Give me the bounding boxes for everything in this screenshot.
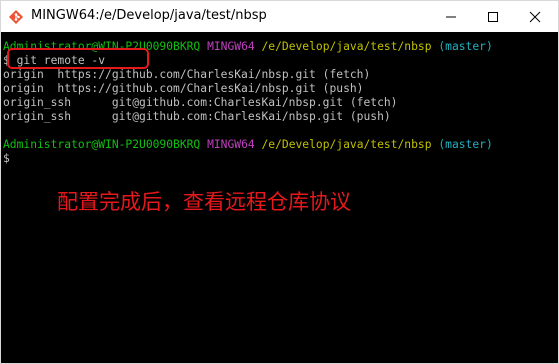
prompt-user-host: Administrator@WIN-P2U0090BKRQ [3, 138, 201, 151]
maximize-icon [488, 12, 498, 22]
terminal-output[interactable]: Administrator@WIN-P2U0090BKRQ MINGW64 /e… [1, 32, 558, 363]
scrollbar[interactable] [554, 32, 558, 363]
command-highlight-box [7, 48, 149, 69]
output-line: origin_ssh git@github.com:CharlesKai/nbs… [3, 110, 391, 123]
prompt-branch: (master) [438, 40, 493, 53]
close-button[interactable] [519, 1, 551, 32]
maximize-button[interactable] [477, 1, 509, 32]
prompt-path: /e/Develop/java/test/nbsp [261, 40, 432, 53]
prompt-line: Administrator@WIN-P2U0090BKRQ MINGW64 /e… [3, 138, 493, 152]
window-title: MINGW64:/e/Develop/java/test/nbsp [31, 8, 267, 23]
minimize-icon [446, 16, 456, 18]
close-icon [529, 11, 541, 23]
prompt-env: MINGW64 [207, 40, 255, 53]
prompt-symbol: $ [3, 152, 10, 165]
prompt-env: MINGW64 [207, 138, 255, 151]
title-bar[interactable]: MINGW64:/e/Develop/java/test/nbsp [1, 1, 558, 32]
output-line: origin_ssh git@github.com:CharlesKai/nbs… [3, 96, 398, 109]
annotation-text: 配置完成后，查看远程仓库协议 [57, 190, 351, 214]
output-line: origin https://github.com/CharlesKai/nbs… [3, 68, 371, 81]
git-bash-icon [8, 9, 24, 25]
input-line[interactable]: $ [3, 152, 10, 166]
minimize-button[interactable] [435, 1, 467, 32]
prompt-path: /e/Develop/java/test/nbsp [261, 138, 432, 151]
terminal-window: MINGW64:/e/Develop/java/test/nbsp Admini… [0, 0, 559, 364]
output-line: origin https://github.com/CharlesKai/nbs… [3, 82, 364, 95]
prompt-branch: (master) [438, 138, 493, 151]
